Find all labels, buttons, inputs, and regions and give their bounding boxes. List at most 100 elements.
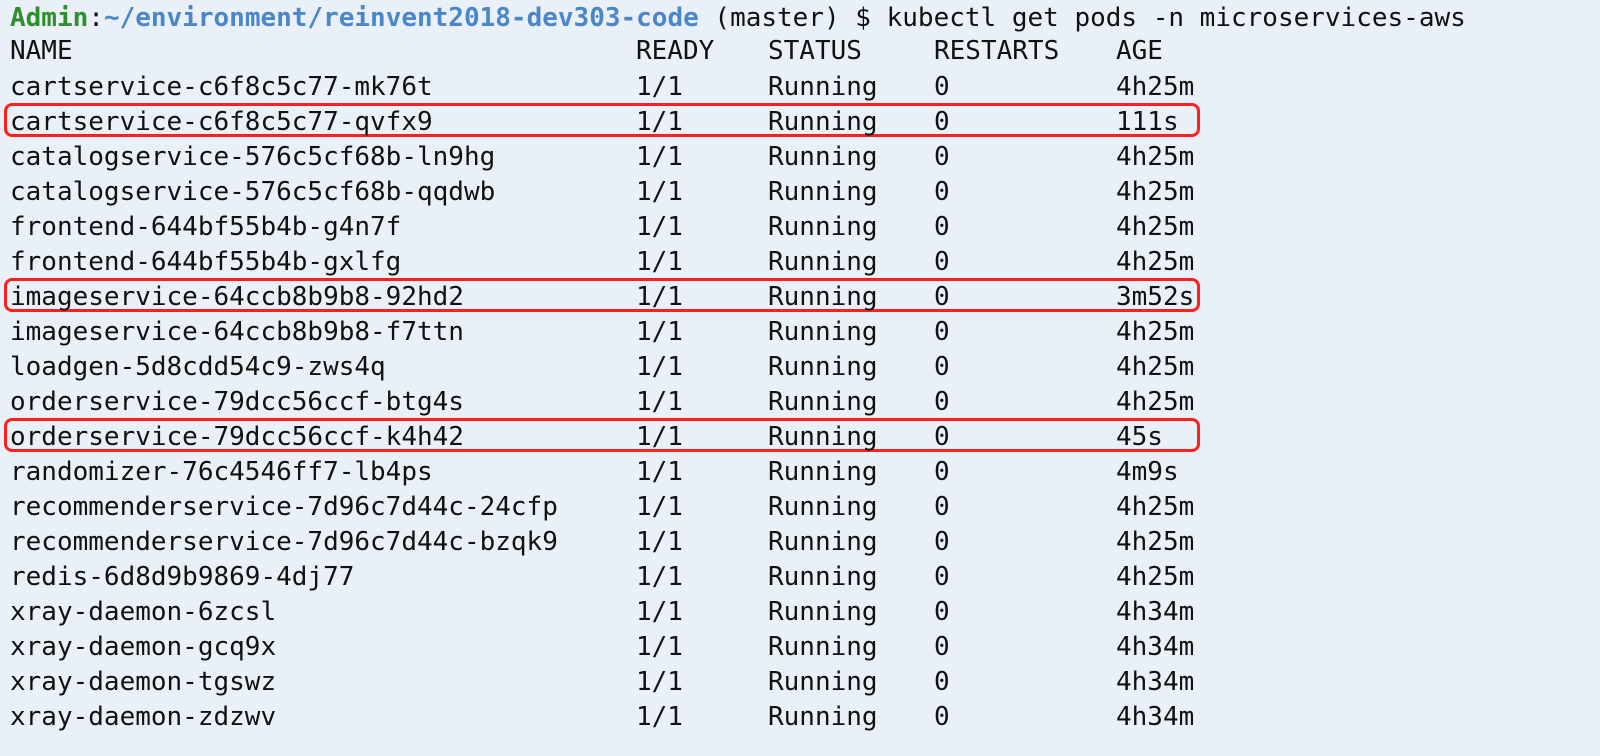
pod-age: 4h34m xyxy=(1116,597,1195,627)
pod-age: 4h34m xyxy=(1116,632,1195,662)
terminal-window[interactable]: Admin:~/environment/reinvent2018-dev303-… xyxy=(0,0,1600,756)
pod-status: Running xyxy=(768,212,878,242)
pod-name: cartservice-c6f8c5c77-qvfx9 xyxy=(10,107,433,137)
pod-restarts: 0 xyxy=(934,107,950,137)
pod-age: 4m9s xyxy=(1116,457,1179,487)
pod-restarts: 0 xyxy=(934,142,950,172)
pod-status: Running xyxy=(768,422,878,452)
header-status: STATUS xyxy=(768,36,862,66)
pod-restarts: 0 xyxy=(934,702,950,732)
pod-name: orderservice-79dcc56ccf-btg4s xyxy=(10,387,464,417)
pod-age: 111s xyxy=(1116,107,1179,137)
pod-restarts: 0 xyxy=(934,247,950,277)
pod-name: recommenderservice-7d96c7d44c-bzqk9 xyxy=(10,527,558,557)
pod-ready: 1/1 xyxy=(636,492,683,522)
pod-name: cartservice-c6f8c5c77-mk76t xyxy=(10,72,433,102)
prompt-command: (master) $ kubectl get pods -n microserv… xyxy=(698,3,1466,33)
pod-restarts: 0 xyxy=(934,667,950,697)
pod-ready: 1/1 xyxy=(636,562,683,592)
pod-ready: 1/1 xyxy=(636,282,683,312)
prompt-path: ~/environment/reinvent2018-dev303-code xyxy=(103,3,699,33)
pod-restarts: 0 xyxy=(934,72,950,102)
pod-status: Running xyxy=(768,107,878,137)
pod-name: imageservice-64ccb8b9b8-92hd2 xyxy=(10,282,464,312)
command-prompt-line: Admin:~/environment/reinvent2018-dev303-… xyxy=(10,0,1466,36)
pod-name: catalogservice-576c5cf68b-qqdwb xyxy=(10,177,496,207)
pod-age: 4h34m xyxy=(1116,667,1195,697)
header-ready: READY xyxy=(636,36,715,66)
header-age: AGE xyxy=(1116,36,1163,66)
pod-status: Running xyxy=(768,562,878,592)
pod-status: Running xyxy=(768,282,878,312)
pod-status: Running xyxy=(768,597,878,627)
pod-ready: 1/1 xyxy=(636,422,683,452)
pod-age: 45s xyxy=(1116,422,1163,452)
pod-name: loadgen-5d8cdd54c9-zws4q xyxy=(10,352,386,382)
pod-ready: 1/1 xyxy=(636,352,683,382)
header-name: NAME xyxy=(10,36,73,66)
pod-status: Running xyxy=(768,387,878,417)
pod-age: 4h25m xyxy=(1116,247,1195,277)
pod-ready: 1/1 xyxy=(636,667,683,697)
pod-restarts: 0 xyxy=(934,317,950,347)
pod-status: Running xyxy=(768,72,878,102)
pod-restarts: 0 xyxy=(934,527,950,557)
pod-ready: 1/1 xyxy=(636,632,683,662)
pod-status: Running xyxy=(768,702,878,732)
pod-ready: 1/1 xyxy=(636,702,683,732)
pod-age: 4h25m xyxy=(1116,352,1195,382)
pod-age: 3m52s xyxy=(1116,282,1195,312)
pod-ready: 1/1 xyxy=(636,72,683,102)
pod-restarts: 0 xyxy=(934,212,950,242)
pod-restarts: 0 xyxy=(934,387,950,417)
pod-age: 4h25m xyxy=(1116,492,1195,522)
pod-name: xray-daemon-zdzwv xyxy=(10,702,277,732)
pod-age: 4h25m xyxy=(1116,562,1195,592)
pod-age: 4h25m xyxy=(1116,212,1195,242)
pod-restarts: 0 xyxy=(934,632,950,662)
pod-age: 4h25m xyxy=(1116,387,1195,417)
pod-ready: 1/1 xyxy=(636,457,683,487)
pod-ready: 1/1 xyxy=(636,107,683,137)
pod-status: Running xyxy=(768,247,878,277)
pod-restarts: 0 xyxy=(934,422,950,452)
pod-restarts: 0 xyxy=(934,492,950,522)
pod-status: Running xyxy=(768,317,878,347)
pod-restarts: 0 xyxy=(934,562,950,592)
pod-age: 4h25m xyxy=(1116,177,1195,207)
pod-restarts: 0 xyxy=(934,282,950,312)
table-header: NAME READY STATUS RESTARTS AGE xyxy=(10,33,1163,69)
pod-ready: 1/1 xyxy=(636,317,683,347)
pod-status: Running xyxy=(768,142,878,172)
pod-age: 4h34m xyxy=(1116,702,1195,732)
pod-age: 4h25m xyxy=(1116,142,1195,172)
pod-age: 4h25m xyxy=(1116,527,1195,557)
prompt-separator: : xyxy=(88,3,104,33)
pod-restarts: 0 xyxy=(934,457,950,487)
pod-ready: 1/1 xyxy=(636,177,683,207)
pod-ready: 1/1 xyxy=(636,142,683,172)
pod-status: Running xyxy=(768,527,878,557)
pod-ready: 1/1 xyxy=(636,597,683,627)
pod-name: redis-6d8d9b9869-4dj77 xyxy=(10,562,355,592)
pod-ready: 1/1 xyxy=(636,527,683,557)
pod-name: orderservice-79dcc56ccf-k4h42 xyxy=(10,422,464,452)
pod-status: Running xyxy=(768,667,878,697)
pod-ready: 1/1 xyxy=(636,247,683,277)
pod-status: Running xyxy=(768,352,878,382)
pod-ready: 1/1 xyxy=(636,387,683,417)
prompt-user: Admin xyxy=(10,3,89,33)
pod-name: randomizer-76c4546ff7-lb4ps xyxy=(10,457,433,487)
pod-name: frontend-644bf55b4b-g4n7f xyxy=(10,212,402,242)
header-restarts: RESTARTS xyxy=(934,36,1060,66)
pod-name: xray-daemon-6zcsl xyxy=(10,597,277,627)
pod-ready: 1/1 xyxy=(636,212,683,242)
pod-name: imageservice-64ccb8b9b8-f7ttn xyxy=(10,317,464,347)
pod-status: Running xyxy=(768,177,878,207)
pod-name: recommenderservice-7d96c7d44c-24cfp xyxy=(10,492,558,522)
pod-restarts: 0 xyxy=(934,177,950,207)
pod-name: xray-daemon-tgswz xyxy=(10,667,277,697)
pod-name: frontend-644bf55b4b-gxlfg xyxy=(10,247,402,277)
pod-restarts: 0 xyxy=(934,597,950,627)
pod-age: 4h25m xyxy=(1116,317,1195,347)
